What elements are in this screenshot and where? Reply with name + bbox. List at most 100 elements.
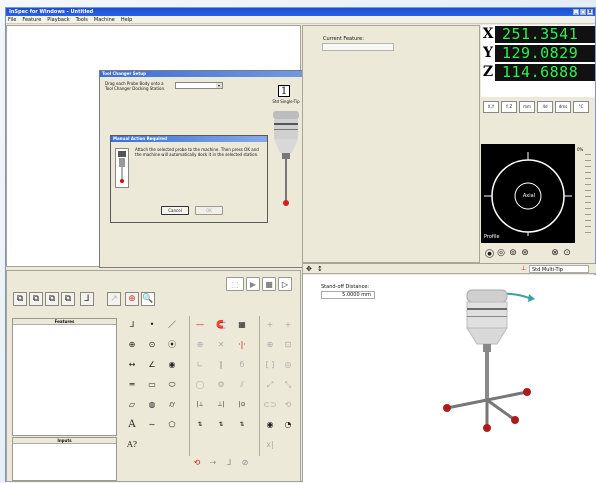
rotate-icon[interactable]: ⟲	[190, 456, 204, 470]
rectangle-feature-icon[interactable]: ▭	[145, 378, 159, 392]
temperature-button[interactable]: °C	[573, 101, 589, 113]
line-feature-icon[interactable]: ／	[165, 318, 179, 332]
angle-feature-icon[interactable]: ∠	[145, 358, 159, 372]
construct-slant-icon[interactable]: ⫽	[235, 378, 249, 392]
menu-tools[interactable]: Tools	[76, 16, 88, 23]
circle-feature-icon[interactable]: ⊕	[125, 338, 139, 352]
view-cube-front-icon[interactable]: ⧉	[29, 292, 43, 306]
distance-feature-icon[interactable]: ↔	[125, 358, 139, 372]
transform-icon[interactable]: ⊘	[238, 456, 252, 470]
cancel-button[interactable]: Cancel	[161, 206, 189, 215]
tol-x-icon[interactable]: x|	[263, 438, 277, 452]
parallel-feature-icon[interactable]: ═	[125, 378, 139, 392]
datum-icon[interactable]: ⅃	[222, 456, 236, 470]
plane-feature-icon[interactable]: ▱	[125, 398, 139, 412]
construct-tangent-icon[interactable]: ϭ	[235, 358, 249, 372]
tol-cycle-icon[interactable]: ⟲	[281, 398, 295, 412]
tolerance-1-icon[interactable]: ⇅	[193, 418, 207, 432]
datum-1-icon[interactable]: |⊥	[193, 398, 207, 412]
ring-feature-icon[interactable]: ◉	[165, 358, 179, 372]
arc-feature-icon[interactable]: ⊙	[145, 338, 159, 352]
pan-icon[interactable]: ✥	[306, 265, 312, 273]
tol-report-icon[interactable]: ◉	[263, 418, 277, 432]
graphics-workspace[interactable]: Tool Changer Setup X Drag each Probe Bod…	[6, 25, 389, 268]
sphere-feature-icon[interactable]: ◍	[145, 398, 159, 412]
tol-plus2-icon[interactable]: +	[281, 318, 295, 332]
tol-ring-icon[interactable]: ◎	[281, 358, 295, 372]
construct-gear-icon[interactable]: ⚙	[214, 378, 228, 392]
single-tip-probe-icon[interactable]	[268, 109, 304, 209]
yz-plane-button[interactable]: Y,Z	[501, 101, 517, 113]
minimize-button[interactable]: _	[573, 9, 579, 15]
tol-diag-icon[interactable]: ⤢	[263, 378, 277, 392]
probe-reset-icon[interactable]: ⊙	[562, 246, 572, 260]
dot-feature-icon[interactable]: •	[145, 318, 159, 332]
point-feature-icon[interactable]: ⅃	[125, 318, 139, 332]
features-list[interactable]: Features	[12, 318, 117, 436]
view-cube-top-icon[interactable]: ⧉	[13, 292, 27, 306]
construct-grid-icon[interactable]: ▦	[235, 318, 249, 332]
zoom-icon[interactable]: 🔍	[141, 292, 155, 306]
help-feature-icon[interactable]: A?	[125, 438, 139, 452]
multi-scan-icon[interactable]: ⊛	[520, 246, 530, 260]
construct-ring-icon[interactable]: ◯	[193, 378, 207, 392]
vertical-move-icon[interactable]: ↕	[317, 265, 323, 273]
tol-link-icon[interactable]: ⊂⊃	[263, 398, 277, 412]
datum-axis-icon[interactable]: ⅃	[80, 292, 94, 306]
inputs-list[interactable]: Inputs	[12, 437, 117, 481]
curve-feature-icon[interactable]: ∼	[145, 418, 159, 432]
tol-bracket-icon[interactable]: [ ]	[263, 358, 277, 372]
circle-scan-icon[interactable]: ◎	[496, 246, 506, 260]
decimal-button[interactable]: 4d	[537, 101, 553, 113]
close-button[interactable]: X	[587, 9, 593, 15]
play-icon[interactable]: ▶	[246, 277, 260, 291]
construct-angle-icon[interactable]: ∟	[193, 358, 207, 372]
units-button[interactable]: mm	[519, 101, 535, 113]
text-feature-icon[interactable]: A	[125, 418, 139, 432]
profile-feature-icon[interactable]: ⬠	[165, 418, 179, 432]
datum-2-icon[interactable]: ⊥|	[214, 398, 228, 412]
tol-diag2-icon[interactable]: ⤡	[281, 378, 295, 392]
stop-icon[interactable]: ■	[262, 277, 276, 291]
standoff-input[interactable]: 5.0000 mm	[321, 291, 375, 299]
xy-plane-button[interactable]: X,Y	[483, 101, 499, 113]
construct-intersect-icon[interactable]: ✕	[214, 338, 228, 352]
datum-3-icon[interactable]: |⊙	[235, 398, 249, 412]
menu-machine[interactable]: Machine	[94, 16, 115, 23]
tol-chart-icon[interactable]: ◔	[281, 418, 295, 432]
probe-selector[interactable]: Std Multi-Tip	[529, 265, 589, 273]
tol-plus-icon[interactable]: +	[263, 318, 277, 332]
cylinder-feature-icon[interactable]: ⌭	[165, 398, 179, 412]
menu-playback[interactable]: Playback	[47, 16, 69, 23]
menu-feature[interactable]: Feature	[22, 16, 41, 23]
slot-feature-icon[interactable]: ⬭	[165, 378, 179, 392]
construct-midpoint-icon[interactable]: ·|·	[235, 338, 249, 352]
measure-disabled-icon[interactable]: ↗	[107, 292, 121, 306]
current-feature-field[interactable]	[322, 43, 394, 51]
tolerance-2-icon[interactable]: ⇅	[214, 418, 228, 432]
view-cube-side-icon[interactable]: ⧉	[45, 292, 59, 306]
construct-magnet-icon[interactable]: 🧲	[214, 318, 228, 332]
view-cube-iso-icon[interactable]: ⧉	[61, 292, 75, 306]
probe-dropdown[interactable]: ▾	[175, 82, 223, 89]
menu-help[interactable]: Help	[121, 16, 132, 23]
construct-circle-icon[interactable]: ⊕	[193, 338, 207, 352]
probe-settings-icon[interactable]: ⊗	[550, 246, 560, 260]
tolerance-3-icon[interactable]: ⇅	[235, 418, 249, 432]
align-icon[interactable]: ⇢	[206, 456, 220, 470]
ring-scan-icon[interactable]: ⊚	[508, 246, 518, 260]
construct-parallel-icon[interactable]: ∥	[214, 358, 228, 372]
maximize-button[interactable]: □	[580, 9, 586, 15]
construct-line-icon[interactable]: —	[193, 318, 207, 332]
ellipse-feature-icon[interactable]: ⦿	[165, 338, 179, 352]
probe-3d-view[interactable]: ✥ ↕ ⊥ Std Multi-Tip Stand-off Distance: …	[302, 263, 596, 483]
menu-file[interactable]: File	[8, 16, 16, 23]
tol-square-icon[interactable]: ⊡	[281, 338, 295, 352]
step-icon[interactable]: ▷	[278, 277, 292, 291]
angle-format-button[interactable]: dms	[555, 101, 571, 113]
ok-button[interactable]: OK	[195, 206, 223, 215]
zoom-in-icon[interactable]: ⊕	[125, 292, 139, 306]
record-icon[interactable]: ⬚	[226, 277, 244, 291]
single-point-icon[interactable]: ●	[485, 248, 494, 258]
tol-circle-icon[interactable]: ⊕	[263, 338, 277, 352]
